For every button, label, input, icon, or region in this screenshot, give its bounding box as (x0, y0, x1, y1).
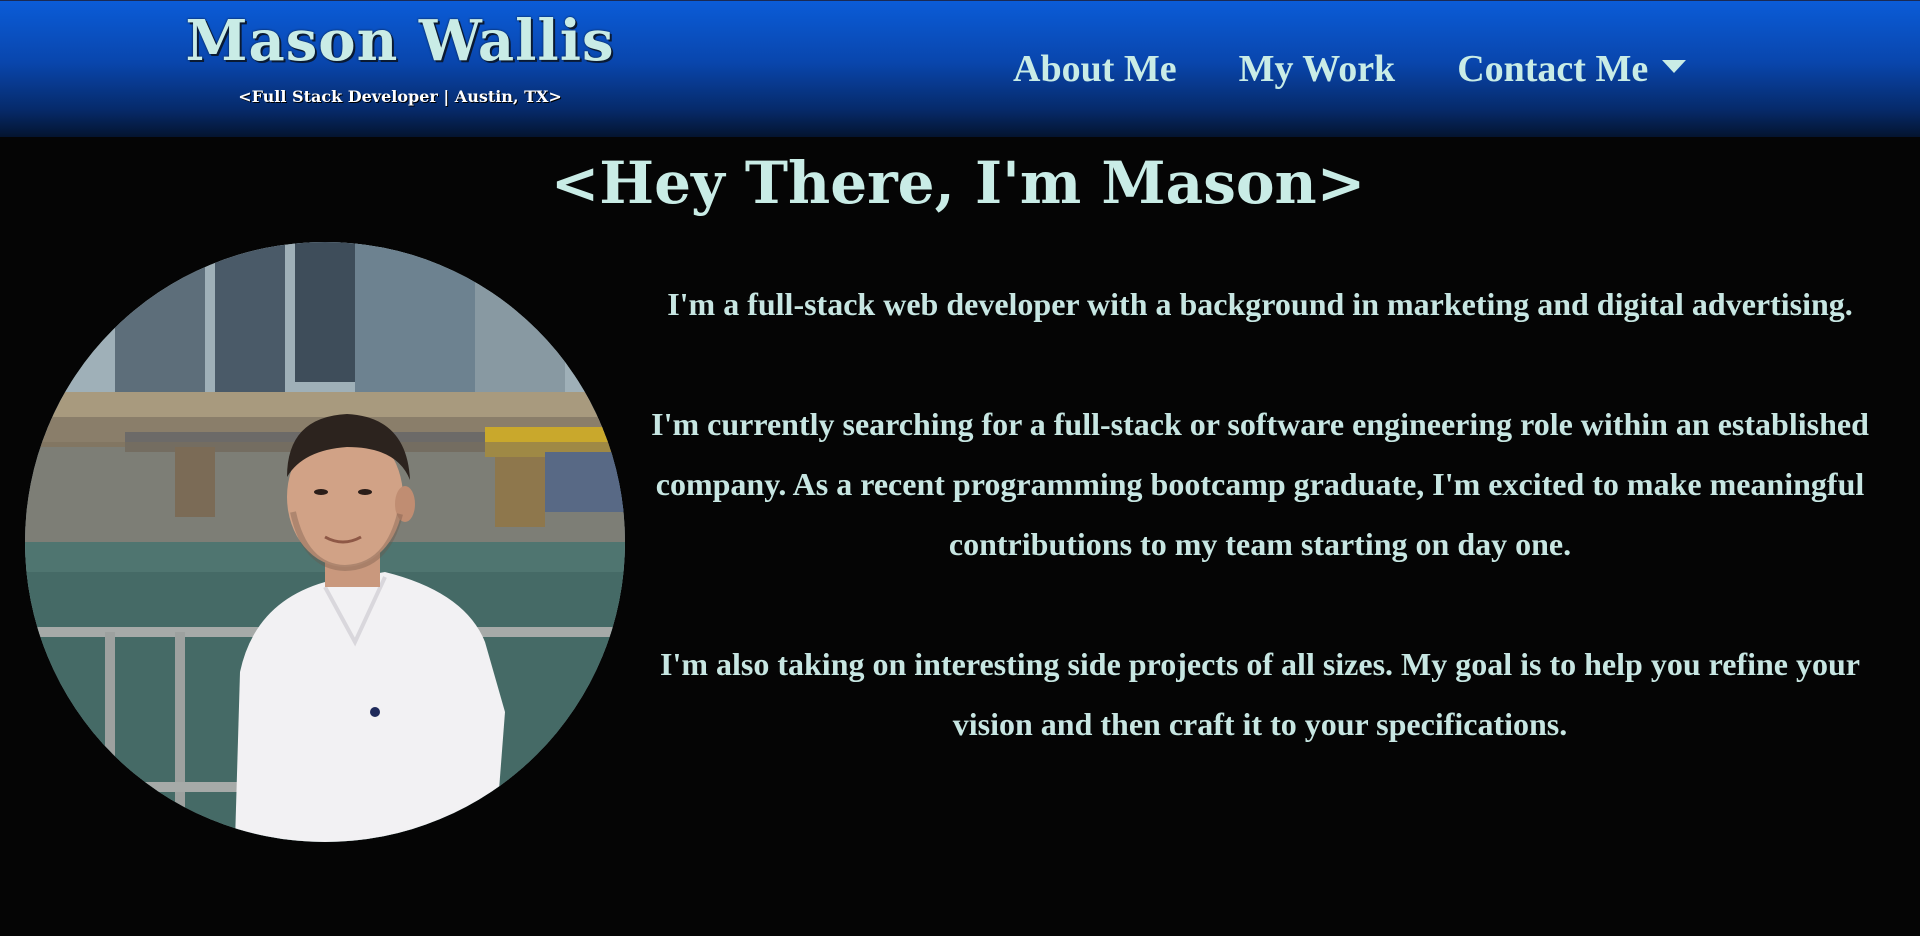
nav-my-work[interactable]: My Work (1239, 41, 1396, 97)
profile-photo (25, 242, 625, 842)
brand: Mason Wallis <Full Stack Developer | Aus… (180, 5, 620, 106)
profile-photo-illustration (25, 242, 625, 842)
bio-paragraph-3: I'm also taking on interesting side proj… (660, 646, 1860, 742)
nav-my-work-label: My Work (1238, 48, 1396, 90)
site-name[interactable]: Mason Wallis (180, 5, 620, 77)
nav-contact-me[interactable]: Contact Me (1457, 41, 1687, 97)
site-tagline: <Full Stack Developer | Austin, TX> (238, 87, 562, 106)
bio: I'm a full-stack web developer with a ba… (630, 274, 1890, 814)
caret-down-icon (1662, 59, 1687, 73)
nav-about-me[interactable]: About Me (1013, 41, 1177, 97)
site-header: Mason Wallis <Full Stack Developer | Aus… (0, 0, 1920, 137)
page-title: <Hey There, I'm Mason> (0, 143, 1920, 223)
nav-contact-me-label: Contact Me (1457, 48, 1649, 90)
main-nav: About Me My Work Contact Me (990, 41, 1717, 97)
nav-about-me-label: About Me (1013, 48, 1177, 90)
bio-paragraph-1: I'm a full-stack web developer with a ba… (667, 286, 1853, 322)
bio-paragraph-2: I'm currently searching for a full-stack… (651, 406, 1869, 562)
page-title-text: <Hey There, I'm Mason> (550, 149, 1366, 217)
